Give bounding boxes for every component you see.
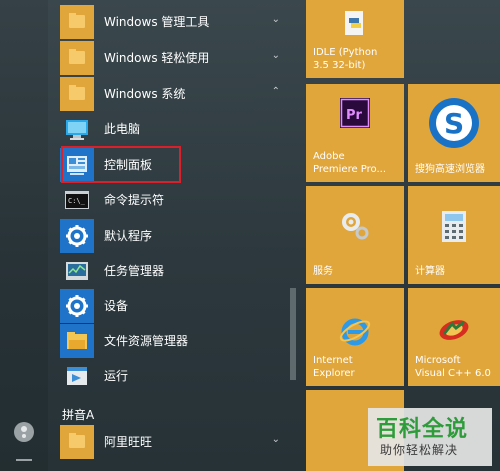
svg-text:C:\_: C:\_ <box>68 197 86 205</box>
file-explorer-icon <box>60 323 94 358</box>
visual-cpp-icon <box>436 318 472 346</box>
tile-idle-python[interactable]: IDLE (Python 3.5 32-bit) <box>306 0 404 78</box>
watermark-logo: 百科全说 助你轻松解决 <box>368 408 492 466</box>
user-avatar[interactable] <box>14 422 34 442</box>
tile-label: 服务 <box>313 266 333 277</box>
tile-label: IDLE (Python 3.5 32-bit) <box>313 47 378 71</box>
folder-icon <box>60 424 94 459</box>
ie-icon <box>338 314 372 352</box>
app-item-task-manager[interactable]: 任务管理器 <box>48 253 288 288</box>
app-item-label: Windows 管理工具 <box>104 15 210 29</box>
chevron-down-icon: ⌄ <box>271 434 280 445</box>
tile-internet-explorer[interactable]: Internet Explorer <box>306 288 404 386</box>
watermark-title: 百科全说 <box>376 417 469 442</box>
app-item-file-explorer[interactable]: 文件资源管理器 <box>48 323 288 358</box>
calculator-icon <box>439 210 469 248</box>
app-item-this-pc[interactable]: 此电脑 <box>48 111 288 146</box>
sogou-browser-icon: S <box>427 96 481 154</box>
chevron-up-icon: ⌃ <box>271 86 280 97</box>
tile-label: 搜狗高速浏览器 <box>415 164 485 175</box>
app-item-windows-ease-of-access[interactable]: Windows 轻松使用 ⌄ <box>48 40 288 75</box>
tile-services[interactable]: 服务 <box>306 186 404 284</box>
rail-divider <box>16 459 32 461</box>
tile-label: Internet Explorer <box>313 355 355 379</box>
tile-label: Microsoft Visual C++ 6.0 <box>415 355 491 379</box>
svg-text:Pr: Pr <box>346 108 363 123</box>
app-item-label: 任务管理器 <box>104 264 165 278</box>
section-header-pinyin-a[interactable]: 拼音A <box>62 406 94 423</box>
app-item-label: 设备 <box>104 299 129 313</box>
folder-icon <box>60 40 94 75</box>
control-panel-highlight-box <box>61 146 181 183</box>
computer-icon <box>60 112 94 146</box>
task-manager-icon <box>60 254 94 288</box>
gear-icon <box>60 288 94 323</box>
app-item-windows-admin-tools[interactable]: Windows 管理工具 ⌄ <box>48 4 288 39</box>
chevron-down-icon: ⌄ <box>271 50 280 61</box>
tile-label: 计算器 <box>415 266 445 277</box>
svg-text:S: S <box>444 107 464 140</box>
app-item-label: 文件资源管理器 <box>104 334 189 348</box>
app-list: Windows 管理工具 ⌄ Windows 轻松使用 ⌄ Windows 系统… <box>48 0 288 471</box>
app-item-label: 默认程序 <box>104 229 153 243</box>
app-item-label: Windows 系统 <box>104 87 186 101</box>
start-left-rail <box>0 0 48 471</box>
tile-visual-cpp[interactable]: Microsoft Visual C++ 6.0 <box>408 288 500 386</box>
services-icon <box>337 208 373 248</box>
app-list-scrollbar[interactable] <box>288 0 300 471</box>
app-item-label: 阿里旺旺 <box>104 435 153 449</box>
folder-icon <box>60 4 94 39</box>
app-item-label: 运行 <box>104 369 129 383</box>
tile-adobe-premiere[interactable]: Pr Adobe Premiere Pro... <box>306 84 404 182</box>
command-prompt-icon: C:\_ <box>60 183 94 217</box>
app-item-aliwangwang[interactable]: 阿里旺旺 ⌄ <box>48 424 288 459</box>
folder-icon <box>60 76 94 111</box>
app-item-label: 此电脑 <box>104 122 141 136</box>
app-item-label: Windows 轻松使用 <box>104 51 210 65</box>
tile-label: Adobe Premiere Pro... <box>313 151 387 175</box>
run-icon <box>60 359 94 393</box>
gear-icon <box>60 218 94 253</box>
tile-calculator[interactable]: 计算器 <box>408 186 500 284</box>
scrollbar-thumb[interactable] <box>290 288 296 380</box>
tile-sogou-browser[interactable]: S 搜狗高速浏览器 <box>408 84 500 182</box>
premiere-icon: Pr <box>340 98 370 132</box>
watermark-subtitle: 助你轻松解决 <box>380 443 459 457</box>
app-item-windows-system[interactable]: Windows 系统 ⌃ <box>48 76 288 111</box>
chevron-down-icon: ⌄ <box>271 14 280 25</box>
app-item-run[interactable]: 运行 <box>48 358 288 393</box>
app-item-default-programs[interactable]: 默认程序 <box>48 218 288 253</box>
app-item-label: 命令提示符 <box>104 193 165 207</box>
app-item-devices[interactable]: 设备 <box>48 288 288 323</box>
app-item-command-prompt[interactable]: C:\_ 命令提示符 <box>48 182 288 217</box>
python-file-icon <box>342 10 368 42</box>
